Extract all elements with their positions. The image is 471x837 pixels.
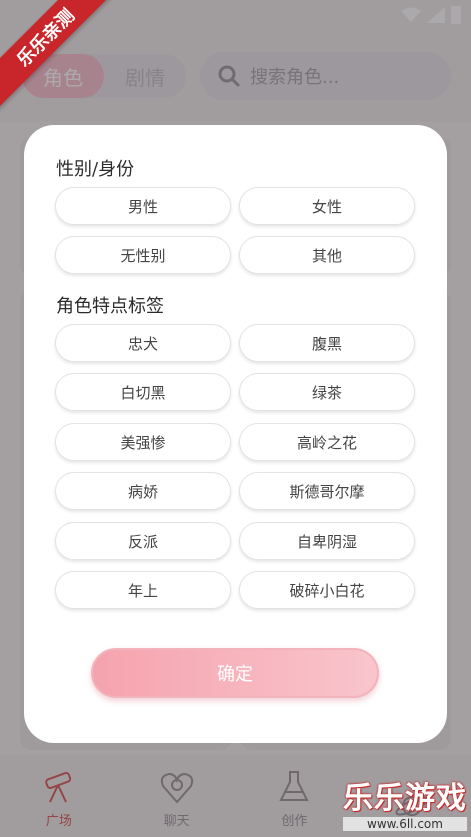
gender-section-title: 性别/身份 [56,159,135,180]
chip-trait[interactable]: 绿茶 [239,373,415,411]
chip-trait[interactable]: 白切黑 [55,373,231,411]
watermark-title: 乐乐游戏 [343,781,467,816]
chip-trait[interactable]: 自卑阴湿 [239,522,415,560]
chip-trait[interactable]: 忠犬 [55,324,231,362]
chip-trait[interactable]: 病娇 [55,472,231,510]
watermark: 乐乐游戏 www.6ll.com [343,773,467,831]
confirm-button[interactable]: 确定 [91,648,379,698]
filter-dialog: 性别/身份 男性 女性 无性别 其他 角色特点标签 忠犬 腹黑 白切黑 绿茶 美… [24,125,447,743]
chip-trait[interactable]: 斯德哥尔摩 [239,472,415,510]
chip-male[interactable]: 男性 [55,187,231,225]
chip-female[interactable]: 女性 [239,187,415,225]
chip-genderless[interactable]: 无性别 [55,236,231,274]
chip-trait[interactable]: 腹黑 [239,324,415,362]
chip-trait[interactable]: 美强惨 [55,423,231,461]
chip-trait[interactable]: 反派 [55,522,231,560]
traits-section-title: 角色特点标签 [56,296,164,317]
chip-trait[interactable]: 破碎小白花 [239,571,415,609]
chip-trait[interactable]: 年上 [55,571,231,609]
watermark-url: www.6ll.com [343,817,467,831]
chip-trait[interactable]: 高岭之花 [239,423,415,461]
chip-other[interactable]: 其他 [239,236,415,274]
